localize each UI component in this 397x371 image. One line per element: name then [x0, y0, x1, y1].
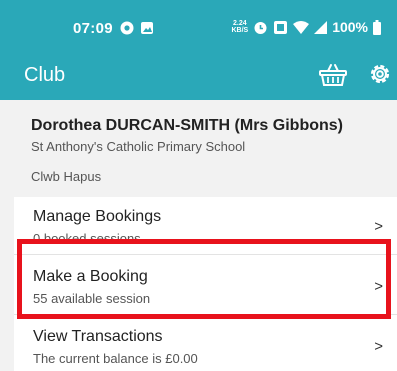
battery-icon: [373, 19, 381, 35]
app-bar: Club: [0, 50, 397, 100]
battery-percent: 100%: [332, 19, 368, 35]
menu-item-manage-bookings[interactable]: Manage Bookings 0 booked sessions >: [14, 197, 397, 255]
menu-item-subtitle: 55 available session: [33, 291, 151, 306]
status-time: 07:09: [73, 20, 113, 37]
volte-icon: [274, 20, 288, 34]
profile-section: Dorothea DURCAN-SMITH (Mrs Gibbons) St A…: [0, 100, 397, 197]
page-title: Club: [24, 64, 66, 86]
menu-item-label: View Transactions: [33, 328, 163, 345]
data-rate: 2.24 KB/S: [231, 20, 248, 34]
menu-list: Manage Bookings 0 booked sessions > Make…: [14, 197, 397, 371]
data-rate-unit: KB/S: [231, 27, 249, 34]
menu-item-subtitle: 0 booked sessions: [33, 231, 141, 246]
menu-item-subtitle: The current balance is £0.00: [33, 351, 198, 366]
menu-item-view-transactions[interactable]: View Transactions The current balance is…: [14, 317, 397, 371]
menu-item-make-booking[interactable]: Make a Booking 55 available session >: [14, 257, 397, 315]
wifi-icon: [293, 20, 310, 34]
menu-item-label: Manage Bookings: [33, 208, 162, 225]
chevron-right-icon: >: [374, 218, 383, 235]
image-icon: [141, 22, 153, 34]
profile-club: Clwb Hapus: [31, 169, 102, 184]
data-rate-value: 2.24: [233, 20, 247, 27]
profile-name: Dorothea DURCAN-SMITH (Mrs Gibbons): [31, 117, 343, 134]
menu-item-label: Make a Booking: [33, 268, 148, 285]
settings-button[interactable]: [367, 61, 393, 87]
status-bar: 07:09 2.24 KB/S 100%: [0, 0, 397, 50]
status-notification-icons: [120, 21, 154, 35]
chevron-right-icon: >: [374, 338, 383, 355]
chevron-right-icon: >: [374, 278, 383, 295]
chrome-icon: [120, 21, 134, 35]
status-right: 2.24 KB/S 100%: [231, 19, 381, 35]
basket-button[interactable]: [318, 62, 348, 88]
basket-icon: [319, 64, 347, 86]
alarm-icon: [254, 21, 267, 34]
signal-icon: [314, 20, 328, 34]
profile-school: St Anthony's Catholic Primary School: [31, 139, 246, 154]
gear-icon: [370, 64, 390, 84]
